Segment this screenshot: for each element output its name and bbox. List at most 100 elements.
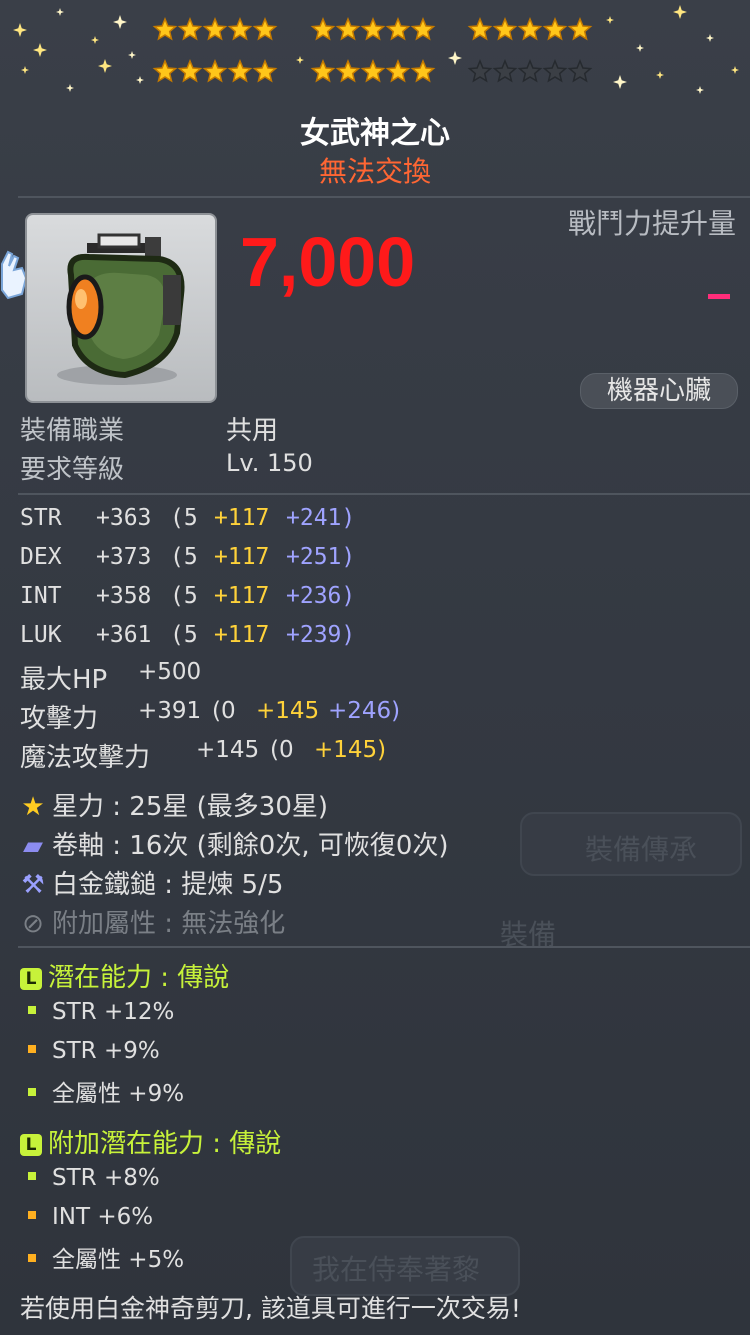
stat-base: (5	[170, 544, 198, 570]
stat-total: +363	[96, 505, 152, 531]
level-label: 要求等級	[20, 455, 125, 485]
star-filled-icon	[252, 59, 278, 83]
sparkle-icon	[731, 66, 739, 74]
sparkle-icon	[136, 76, 144, 84]
additional-title-text: 附加潛在能力 : 傳說	[48, 1129, 282, 1159]
legendary-grade-icon: L	[20, 967, 42, 990]
footer-note: 若使用白金神奇剪刀, 該道具可進行一次交易!	[20, 1294, 521, 1323]
potential-title-text: 潛在能力 : 傳說	[48, 963, 230, 993]
sparkle-icon	[33, 43, 47, 57]
additional-line: STR +8%	[20, 1162, 160, 1192]
job-row: 裝備職業 共用	[20, 410, 278, 447]
extra-stat-row: ⊘ 附加屬性 : 無法強化	[20, 903, 285, 940]
item-name: 女武神之心	[300, 116, 450, 151]
scroll-text: 卷軸 : 16次 (剩餘0次, 可恢復0次)	[52, 831, 449, 861]
stat-attack: 攻擊力 +391 (0 +145 +246)	[20, 698, 400, 735]
stat-base: (0	[270, 737, 294, 763]
sparkle-icon	[656, 71, 664, 79]
additional-line-text: 全屬性 +5%	[52, 1247, 185, 1273]
stat-star-bonus: +246)	[328, 698, 401, 724]
starforce-row: ★ 星力 : 25星 (最多30星)	[20, 786, 328, 823]
sparkle-icon	[673, 5, 687, 19]
bottom-name-text: 我在侍奉著黎	[312, 1253, 481, 1286]
stat-base: (5	[170, 583, 198, 609]
potential-line-text: STR +9%	[52, 1038, 160, 1064]
sparkle-icon	[21, 66, 29, 74]
star-filled-icon	[177, 59, 203, 83]
star-filled-icon	[567, 17, 593, 41]
sparkle-icon	[113, 15, 127, 29]
stat-name: 攻擊力	[20, 704, 99, 734]
stat-name: DEX	[20, 544, 62, 570]
power-increase-label: 戰鬥力提升量	[567, 207, 736, 240]
level-value: Lv. 150	[226, 449, 313, 477]
divider	[18, 946, 750, 948]
potential-title: L 潛在能力 : 傳說	[20, 957, 229, 994]
sparkle-icon	[296, 56, 304, 64]
divider	[18, 196, 750, 198]
scroll-icon: ▰	[23, 831, 43, 861]
star-empty-icon	[542, 59, 568, 83]
stat-int: INT +358 (5 +117 +236)	[20, 583, 355, 609]
power-value: 7,000	[240, 223, 416, 301]
potential-line-text: 全屬性 +9%	[52, 1081, 185, 1107]
scroll-row: ▰ 卷軸 : 16次 (剩餘0次, 可恢復0次)	[20, 825, 449, 862]
stat-total: +391	[138, 698, 202, 724]
stat-name: 魔法攻擊力	[20, 743, 151, 773]
level-row: 要求等級 Lv. 150	[20, 449, 313, 486]
star-filled-icon	[385, 59, 411, 83]
star-filled-icon	[335, 59, 361, 83]
sparkle-icon	[636, 44, 644, 52]
leaf-icon: ⊘	[22, 909, 44, 939]
sparkle-decoration	[13, 5, 739, 94]
star-filled-icon	[385, 17, 411, 41]
stat-dex: DEX +373 (5 +117 +251)	[20, 544, 355, 570]
stat-bonus: +117	[214, 505, 270, 531]
starforce-text: 星力 : 25星 (最多30星)	[52, 792, 329, 822]
star-icon: ★	[21, 792, 45, 822]
star-filled-icon	[227, 59, 253, 83]
star-filled-icon	[152, 59, 178, 83]
star-filled-icon	[542, 17, 568, 41]
star-filled-icon	[152, 17, 178, 41]
item-icon-frame	[25, 213, 217, 403]
star-icons	[152, 17, 593, 83]
stat-bonus: +145	[256, 698, 320, 724]
additional-line-text: INT +6%	[52, 1204, 154, 1230]
stat-luk: LUK +361 (5 +117 +239)	[20, 622, 355, 648]
stat-total: +500	[138, 659, 202, 685]
stat-name: LUK	[20, 622, 62, 648]
star-filled-icon	[202, 17, 228, 41]
stat-base: (5	[170, 622, 198, 648]
star-empty-icon	[517, 59, 543, 83]
star-filled-icon	[410, 17, 436, 41]
sparkle-icon	[448, 51, 462, 65]
trade-status: 無法交換	[318, 155, 431, 188]
additional-line: INT +6%	[20, 1201, 153, 1231]
stat-star-bonus: +241)	[286, 505, 356, 531]
potential-line: STR +9%	[20, 1035, 160, 1065]
job-label: 裝備職業	[20, 416, 125, 446]
sparkle-icon	[91, 36, 99, 44]
stat-star-bonus: +236)	[286, 583, 356, 609]
stat-name: INT	[20, 583, 62, 609]
star-empty-icon	[467, 59, 493, 83]
sparkle-icon	[128, 51, 136, 59]
sparkle-icon	[706, 34, 714, 42]
potential-line: STR +12%	[20, 996, 174, 1026]
sparkle-icon	[66, 84, 74, 92]
stat-max-hp: 最大HP +500	[20, 659, 201, 696]
divider	[18, 493, 750, 495]
star-filled-icon	[252, 17, 278, 41]
star-filled-icon	[227, 17, 253, 41]
star-filled-icon	[177, 17, 203, 41]
stat-name: STR	[20, 505, 62, 531]
stat-star-bonus: +239)	[286, 622, 356, 648]
sparkle-icon	[13, 23, 27, 37]
legendary-grade-icon: L	[20, 1133, 42, 1156]
bullet-icon	[28, 1044, 36, 1053]
sparkle-icon	[56, 8, 64, 16]
stat-base: (5	[170, 505, 198, 531]
stat-total: +145	[196, 737, 260, 763]
stat-name: 最大HP	[20, 665, 108, 695]
